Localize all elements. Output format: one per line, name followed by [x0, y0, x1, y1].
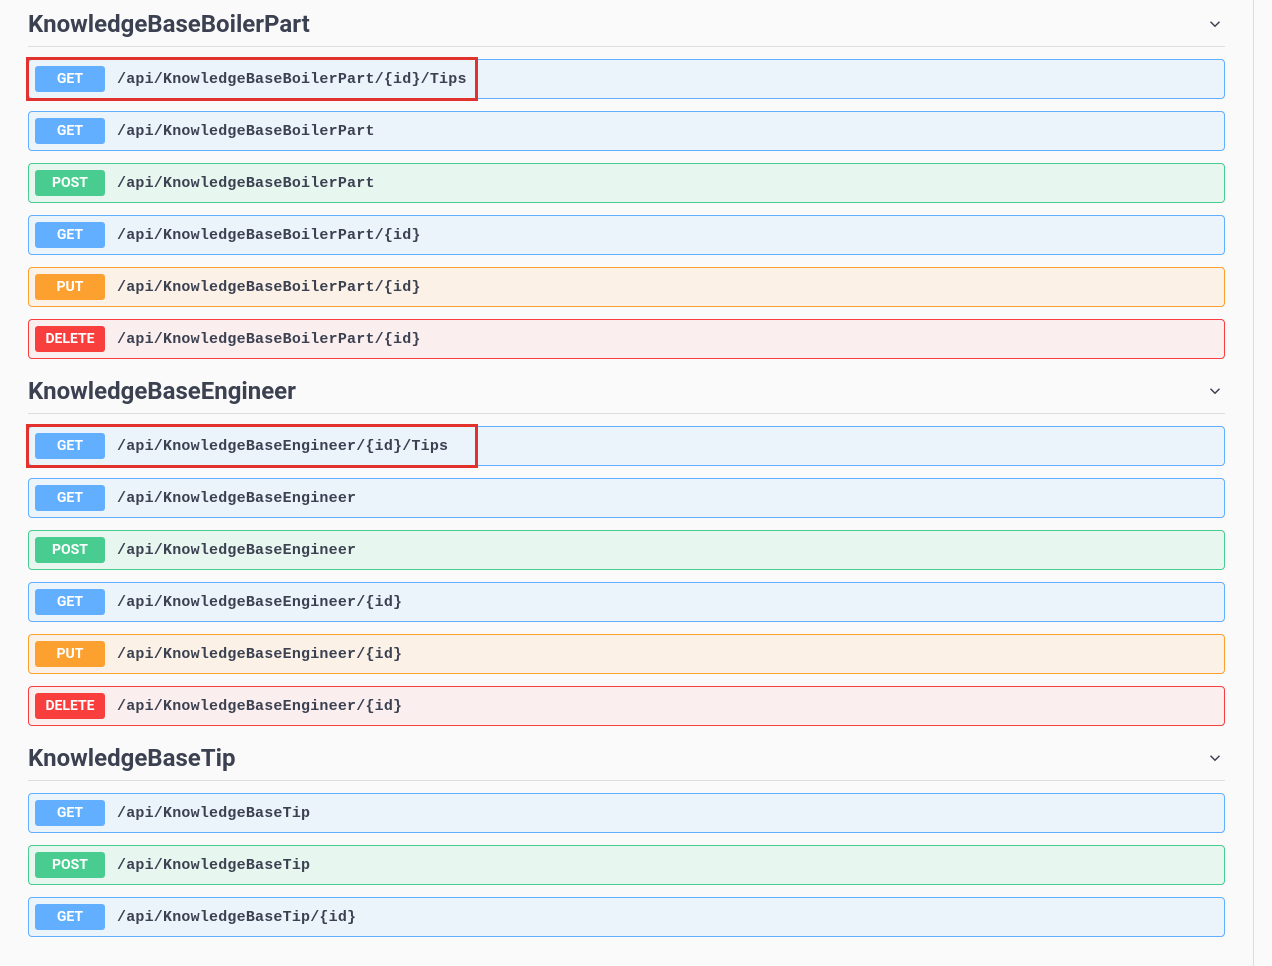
- operation-path: /api/KnowledgeBaseTip/{id}: [117, 909, 356, 926]
- operation-path: /api/KnowledgeBaseBoilerPart/{id}: [117, 331, 421, 348]
- operation-path: /api/KnowledgeBaseBoilerPart: [117, 175, 375, 192]
- operation-row[interactable]: GET/api/KnowledgeBaseEngineer: [28, 478, 1225, 518]
- method-badge-post: POST: [35, 852, 105, 878]
- operation-path: /api/KnowledgeBaseTip: [117, 857, 310, 874]
- operation-row[interactable]: DELETE/api/KnowledgeBaseBoilerPart/{id}: [28, 319, 1225, 359]
- operation-row[interactable]: GET/api/KnowledgeBaseBoilerPart/{id}/Tip…: [28, 59, 1225, 99]
- method-badge-put: PUT: [35, 274, 105, 300]
- operation-path: /api/KnowledgeBaseEngineer/{id}: [117, 646, 402, 663]
- tag-section: KnowledgeBaseTip GET/api/KnowledgeBaseTip…: [28, 734, 1225, 937]
- operation-path: /api/KnowledgeBaseBoilerPart: [117, 123, 375, 140]
- operation-row[interactable]: GET/api/KnowledgeBaseTip: [28, 793, 1225, 833]
- method-badge-get: GET: [35, 222, 105, 248]
- operation-path: /api/KnowledgeBaseEngineer: [117, 490, 356, 507]
- operation-row[interactable]: POST/api/KnowledgeBaseTip: [28, 845, 1225, 885]
- tag-title: KnowledgeBaseEngineer: [28, 377, 296, 405]
- operation-path: /api/KnowledgeBaseEngineer/{id}: [117, 698, 402, 715]
- method-badge-post: POST: [35, 170, 105, 196]
- method-badge-get: GET: [35, 800, 105, 826]
- operation-row[interactable]: POST/api/KnowledgeBaseBoilerPart: [28, 163, 1225, 203]
- method-badge-put: PUT: [35, 641, 105, 667]
- method-badge-get: GET: [35, 485, 105, 511]
- tag-section: KnowledgeBaseBoilerPart GET/api/Knowledge…: [28, 0, 1225, 359]
- tag-title: KnowledgeBaseTip: [28, 744, 235, 772]
- chevron-down-icon[interactable]: [1205, 14, 1225, 34]
- operation-row[interactable]: PUT/api/KnowledgeBaseBoilerPart/{id}: [28, 267, 1225, 307]
- tag-title: KnowledgeBaseBoilerPart: [28, 10, 310, 38]
- operation-path: /api/KnowledgeBaseEngineer: [117, 542, 356, 559]
- chevron-down-icon[interactable]: [1205, 748, 1225, 768]
- method-badge-get: GET: [35, 66, 105, 92]
- operation-path: /api/KnowledgeBaseBoilerPart/{id}: [117, 227, 421, 244]
- operation-path: /api/KnowledgeBaseBoilerPart/{id}: [117, 279, 421, 296]
- operation-row[interactable]: POST/api/KnowledgeBaseEngineer: [28, 530, 1225, 570]
- operation-path: /api/KnowledgeBaseEngineer/{id}/Tips: [117, 438, 448, 455]
- tag-header[interactable]: KnowledgeBaseEngineer: [28, 367, 1225, 414]
- swagger-viewport[interactable]: KnowledgeBaseBoilerPart GET/api/Knowledge…: [0, 0, 1254, 966]
- operation-row[interactable]: GET/api/KnowledgeBaseTip/{id}: [28, 897, 1225, 937]
- operation-path: /api/KnowledgeBaseEngineer/{id}: [117, 594, 402, 611]
- method-badge-get: GET: [35, 904, 105, 930]
- tag-section: KnowledgeBaseEngineer GET/api/KnowledgeBa…: [28, 367, 1225, 726]
- operation-row[interactable]: GET/api/KnowledgeBaseEngineer/{id}/Tips: [28, 426, 1225, 466]
- operation-path: /api/KnowledgeBaseTip: [117, 805, 310, 822]
- method-badge-get: GET: [35, 118, 105, 144]
- method-badge-get: GET: [35, 589, 105, 615]
- method-badge-delete: DELETE: [35, 693, 105, 719]
- method-badge-delete: DELETE: [35, 326, 105, 352]
- operation-row[interactable]: GET/api/KnowledgeBaseBoilerPart: [28, 111, 1225, 151]
- operation-row[interactable]: GET/api/KnowledgeBaseEngineer/{id}: [28, 582, 1225, 622]
- operation-path: /api/KnowledgeBaseBoilerPart/{id}/Tips: [117, 71, 467, 88]
- chevron-down-icon[interactable]: [1205, 381, 1225, 401]
- tag-header[interactable]: KnowledgeBaseTip: [28, 734, 1225, 781]
- tag-header[interactable]: KnowledgeBaseBoilerPart: [28, 0, 1225, 47]
- operation-row[interactable]: GET/api/KnowledgeBaseBoilerPart/{id}: [28, 215, 1225, 255]
- operation-row[interactable]: DELETE/api/KnowledgeBaseEngineer/{id}: [28, 686, 1225, 726]
- method-badge-post: POST: [35, 537, 105, 563]
- operation-row[interactable]: PUT/api/KnowledgeBaseEngineer/{id}: [28, 634, 1225, 674]
- method-badge-get: GET: [35, 433, 105, 459]
- swagger-content: KnowledgeBaseBoilerPart GET/api/Knowledge…: [0, 0, 1253, 966]
